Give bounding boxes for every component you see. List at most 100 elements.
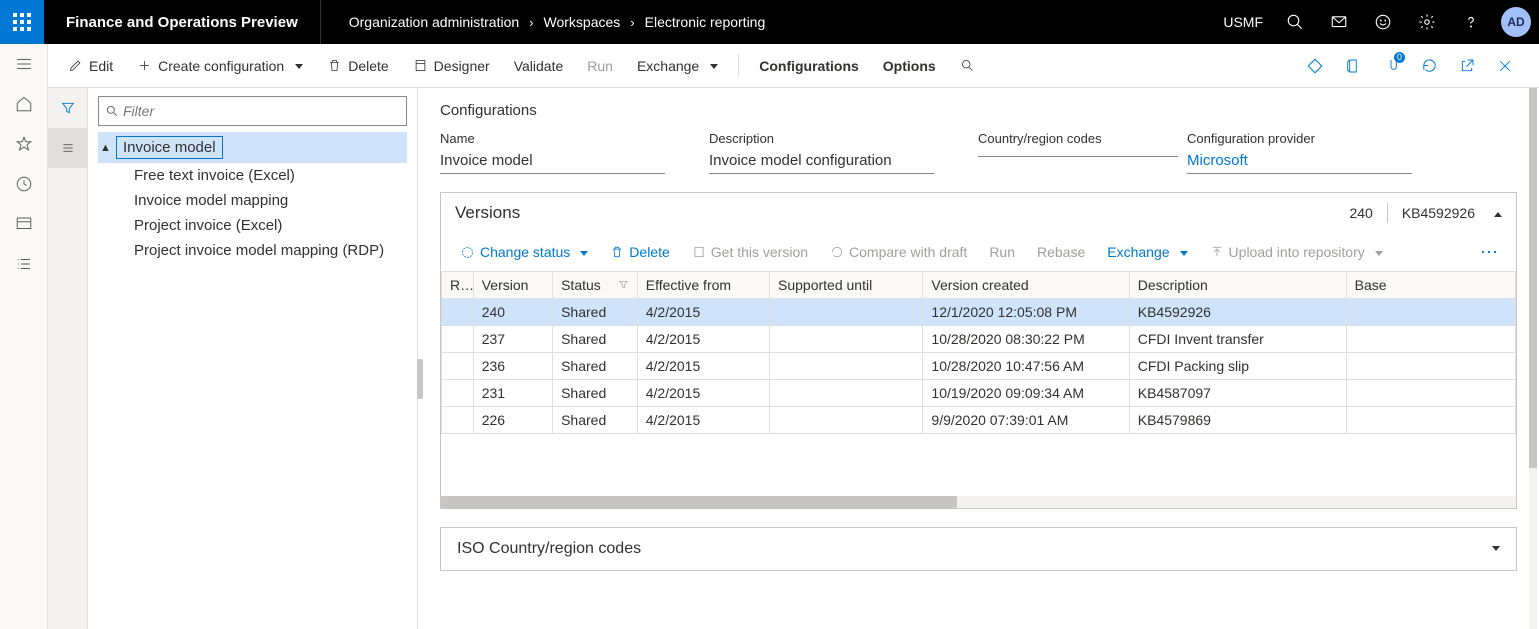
table-row[interactable]: 240Shared4/2/201512/1/2020 12:05:08 PMKB… [442, 299, 1516, 326]
name-value[interactable]: Invoice model [440, 148, 665, 174]
tree-item[interactable]: Project invoice model mapping (RDP) [98, 238, 407, 263]
table-cell[interactable]: Shared [553, 353, 638, 380]
table-cell[interactable] [1346, 407, 1515, 434]
options-button[interactable]: Options [873, 52, 946, 80]
exchange-button[interactable]: Exchange [627, 52, 728, 80]
table-cell[interactable] [770, 299, 923, 326]
collapse-toggle[interactable] [1489, 205, 1502, 221]
funnel-icon[interactable] [48, 88, 88, 128]
search-icon[interactable] [1273, 0, 1317, 44]
provider-value[interactable]: Microsoft [1187, 148, 1412, 174]
table-cell[interactable]: 4/2/2015 [637, 353, 769, 380]
table-cell[interactable]: 4/2/2015 [637, 299, 769, 326]
table-cell[interactable]: 10/28/2020 10:47:56 AM [923, 353, 1129, 380]
iso-section-header[interactable]: ISO Country/region codes [441, 528, 1516, 570]
table-cell[interactable]: 237 [473, 326, 552, 353]
table-cell[interactable]: 236 [473, 353, 552, 380]
table-row[interactable]: 236Shared4/2/2015 10/28/2020 10:47:56 AMC… [442, 353, 1516, 380]
caret-down-icon[interactable]: ▲ [100, 142, 110, 154]
help-icon[interactable] [1449, 0, 1493, 44]
table-cell[interactable] [442, 299, 474, 326]
breadcrumb-item[interactable]: Electronic reporting [645, 14, 766, 30]
table-row[interactable]: 237Shared4/2/201510/28/2020 08:30:22 PMC… [442, 326, 1516, 353]
column-header[interactable]: Version created [923, 272, 1129, 299]
breadcrumb-item[interactable]: Workspaces [544, 14, 621, 30]
column-header[interactable]: Base [1346, 272, 1515, 299]
table-cell[interactable]: CFDI Packing slip [1129, 353, 1346, 380]
version-delete-button[interactable]: Delete [601, 239, 678, 265]
attachments-icon[interactable]: 0 [1375, 50, 1407, 82]
table-cell[interactable] [442, 380, 474, 407]
refresh-icon[interactable] [1413, 50, 1445, 82]
table-cell[interactable] [770, 407, 923, 434]
version-exchange-button[interactable]: Exchange [1098, 239, 1196, 265]
table-cell[interactable] [442, 353, 474, 380]
table-cell[interactable] [1346, 326, 1515, 353]
find-button[interactable] [950, 52, 985, 79]
tree-root[interactable]: ▲ Invoice model [98, 132, 407, 163]
workspaces-icon[interactable] [0, 204, 48, 244]
more-actions-icon[interactable]: ⋯ [1472, 242, 1506, 263]
diamond-icon[interactable] [1299, 50, 1331, 82]
table-cell[interactable] [770, 380, 923, 407]
company-code[interactable]: USMF [1223, 14, 1273, 30]
table-cell[interactable] [1346, 380, 1515, 407]
waffle-menu[interactable] [0, 0, 44, 44]
column-header[interactable]: Status [553, 272, 638, 299]
tree-item[interactable]: Project invoice (Excel) [98, 213, 407, 238]
column-header[interactable]: Version [473, 272, 552, 299]
table-cell[interactable] [442, 326, 474, 353]
country-value[interactable] [978, 148, 1178, 157]
table-cell[interactable]: 12/1/2020 12:05:08 PM [923, 299, 1129, 326]
popout-icon[interactable] [1451, 50, 1483, 82]
table-cell[interactable] [770, 353, 923, 380]
table-row[interactable]: 226Shared4/2/2015 9/9/2020 07:39:01 AMKB4… [442, 407, 1516, 434]
delete-button[interactable]: Delete [317, 52, 398, 80]
description-value[interactable]: Invoice model configuration [709, 148, 934, 174]
table-cell[interactable]: 231 [473, 380, 552, 407]
filter-icon[interactable] [618, 277, 629, 293]
table-cell[interactable] [770, 326, 923, 353]
table-cell[interactable]: CFDI Invent transfer [1129, 326, 1346, 353]
table-cell[interactable] [1346, 299, 1515, 326]
edit-button[interactable]: Edit [58, 52, 123, 80]
favorite-icon[interactable] [0, 124, 48, 164]
user-avatar[interactable]: AD [1501, 7, 1531, 37]
tree-item[interactable]: Invoice model mapping [98, 188, 407, 213]
table-cell[interactable]: 10/28/2020 08:30:22 PM [923, 326, 1129, 353]
table-cell[interactable]: KB4579869 [1129, 407, 1346, 434]
table-cell[interactable]: 4/2/2015 [637, 407, 769, 434]
messages-icon[interactable] [1317, 0, 1361, 44]
table-cell[interactable]: Shared [553, 407, 638, 434]
breadcrumb-item[interactable]: Organization administration [349, 14, 519, 30]
table-cell[interactable] [1346, 353, 1515, 380]
feedback-icon[interactable] [1361, 0, 1405, 44]
column-header[interactable]: R... [442, 272, 474, 299]
tree-filter-input[interactable] [123, 103, 400, 119]
table-cell[interactable]: KB4587097 [1129, 380, 1346, 407]
table-row[interactable]: 231Shared4/2/2015 10/19/2020 09:09:34 AMK… [442, 380, 1516, 407]
validate-button[interactable]: Validate [504, 52, 574, 80]
modules-icon[interactable] [0, 244, 48, 284]
hamburger-icon[interactable] [0, 44, 48, 84]
table-cell[interactable]: 4/2/2015 [637, 380, 769, 407]
table-cell[interactable] [442, 407, 474, 434]
table-cell[interactable]: 226 [473, 407, 552, 434]
column-header[interactable]: Description [1129, 272, 1346, 299]
table-cell[interactable]: Shared [553, 380, 638, 407]
lines-icon[interactable] [48, 128, 88, 168]
close-icon[interactable] [1489, 50, 1521, 82]
designer-button[interactable]: Designer [403, 52, 500, 80]
change-status-button[interactable]: Change status [451, 239, 597, 265]
table-cell[interactable]: 10/19/2020 09:09:34 AM [923, 380, 1129, 407]
office-icon[interactable] [1337, 50, 1369, 82]
table-cell[interactable]: Shared [553, 299, 638, 326]
horizontal-scrollbar[interactable] [441, 496, 1516, 508]
configurations-button[interactable]: Configurations [749, 52, 869, 80]
settings-icon[interactable] [1405, 0, 1449, 44]
tree-item[interactable]: Free text invoice (Excel) [98, 163, 407, 188]
table-cell[interactable]: Shared [553, 326, 638, 353]
column-header[interactable]: Supported until [770, 272, 923, 299]
table-cell[interactable]: 9/9/2020 07:39:01 AM [923, 407, 1129, 434]
table-cell[interactable]: 240 [473, 299, 552, 326]
